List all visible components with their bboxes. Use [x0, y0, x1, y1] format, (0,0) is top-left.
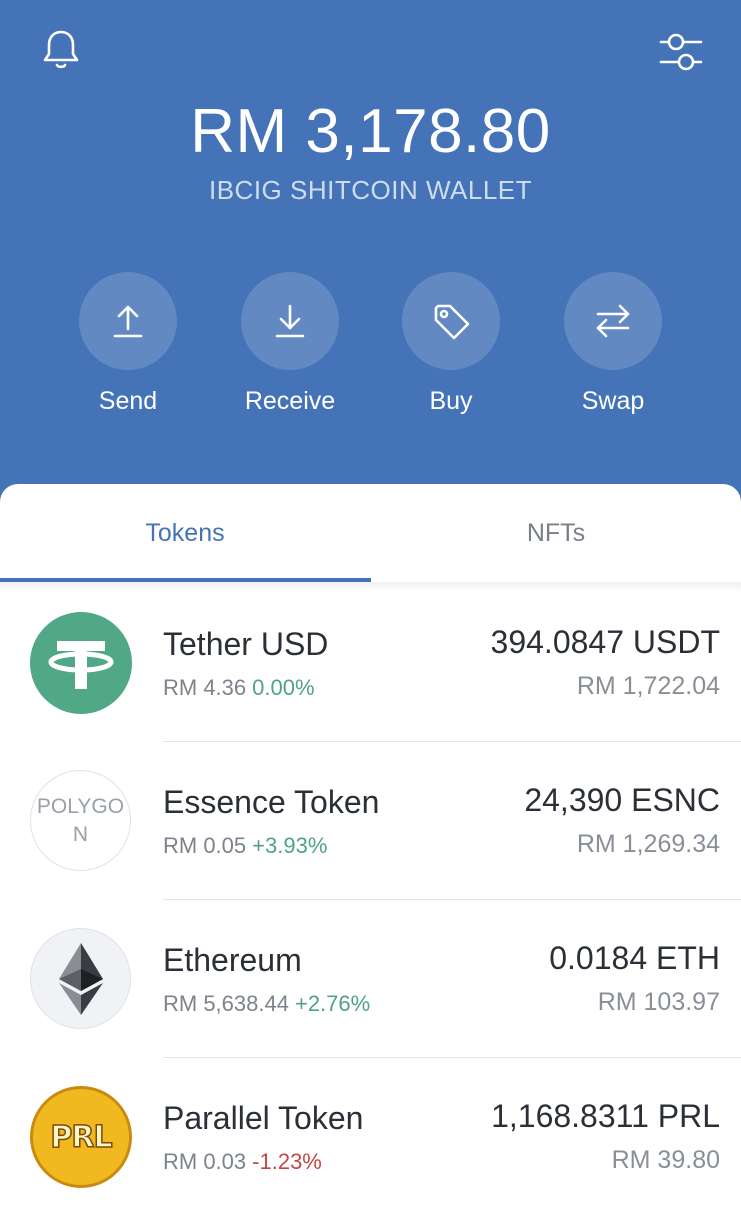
logo-text: PRL [50, 1119, 114, 1156]
bell-icon [43, 30, 79, 69]
wallet-name: IBCIG SHITCOIN WALLET [208, 175, 533, 205]
token-change: +2.76% [294, 991, 371, 1016]
ethereum-diamond [58, 942, 103, 1015]
tether-logo-icon [30, 612, 132, 714]
swap-label: Swap [581, 387, 645, 415]
token-row-ethereum[interactable]: Ethereum RM 5,638.44 +2.76% 0.0184 ETH RM… [0, 900, 741, 1058]
token-fiat-value: RM 103.97 [597, 988, 720, 1016]
settings-button[interactable] [653, 24, 709, 80]
logo-text: POLYGON [36, 794, 125, 846]
ethereum-logo-icon [30, 928, 131, 1029]
token-name: Ethereum [163, 942, 302, 978]
assets-sheet: Tokens NFTs Tether USD RM 4.36 0.00% 394.… [0, 484, 741, 1200]
token-balance: 394.0847 USDT [490, 624, 720, 660]
swap-button[interactable]: Swap [543, 272, 683, 416]
receive-button[interactable]: Receive [220, 272, 360, 416]
receive-circle[interactable] [241, 272, 339, 370]
asset-tabs: Tokens NFTs [0, 484, 741, 582]
token-change: +3.93% [252, 833, 328, 858]
buy-circle[interactable] [402, 272, 500, 370]
tag-icon [434, 304, 470, 340]
token-name: Tether USD [163, 626, 329, 662]
token-price-value: RM 4.36 [163, 675, 247, 700]
token-balance: 24,390 ESNC [524, 782, 720, 818]
send-button[interactable]: Send [58, 272, 198, 416]
token-row-tether[interactable]: Tether USD RM 4.36 0.00% 394.0847 USDT RM… [0, 584, 741, 742]
tether-symbol [48, 641, 114, 689]
token-price-value: RM 5,638.44 [163, 991, 289, 1016]
token-price-value: RM 0.03 [163, 1149, 247, 1174]
notifications-button[interactable] [36, 24, 86, 74]
token-fiat-value: RM 39.80 [611, 1146, 720, 1174]
token-fiat-value: RM 1,722.04 [576, 672, 720, 700]
sliders-icon [659, 33, 703, 71]
token-price: RM 0.05 +3.93% [163, 833, 327, 859]
parallel-logo-icon: PRL [30, 1086, 132, 1188]
token-price: RM 5,638.44 +2.76% [163, 991, 370, 1017]
token-balance: 1,168.8311 PRL [491, 1098, 720, 1134]
receive-label: Receive [244, 387, 336, 415]
token-fiat-value: RM 1,269.34 [576, 830, 720, 858]
token-name: Essence Token [163, 784, 380, 820]
tab-nfts[interactable]: NFTs [371, 484, 741, 582]
token-change: 0.00% [252, 675, 315, 700]
token-price: RM 0.03 -1.23% [163, 1149, 322, 1175]
upload-arrow-icon [113, 305, 143, 338]
send-label: Send [98, 387, 158, 415]
buy-label: Buy [429, 387, 473, 415]
buy-button[interactable]: Buy [381, 272, 521, 416]
swap-arrows-icon [596, 304, 630, 338]
token-price: RM 4.36 0.00% [163, 675, 315, 701]
total-balance: RM 3,178.80 [190, 97, 551, 166]
wallet-header: RM 3,178.80 IBCIG SHITCOIN WALLET Send R… [0, 0, 741, 510]
send-circle[interactable] [79, 272, 177, 370]
download-arrow-icon [275, 304, 305, 338]
token-balance: 0.0184 ETH [549, 940, 720, 976]
token-change: -1.23% [252, 1149, 322, 1174]
token-row-parallel[interactable]: PRL Parallel Token RM 0.03 -1.23% 1,168.8… [0, 1058, 741, 1216]
tab-tokens[interactable]: Tokens [0, 484, 370, 582]
swap-circle[interactable] [564, 272, 662, 370]
token-price-value: RM 0.05 [163, 833, 247, 858]
token-row-essence[interactable]: POLYGON Essence Token RM 0.05 +3.93% 24,3… [0, 742, 741, 900]
polygon-logo-icon: POLYGON [30, 770, 131, 871]
action-bar: Send Receive Buy Swap [0, 272, 741, 432]
token-name: Parallel Token [163, 1100, 364, 1136]
